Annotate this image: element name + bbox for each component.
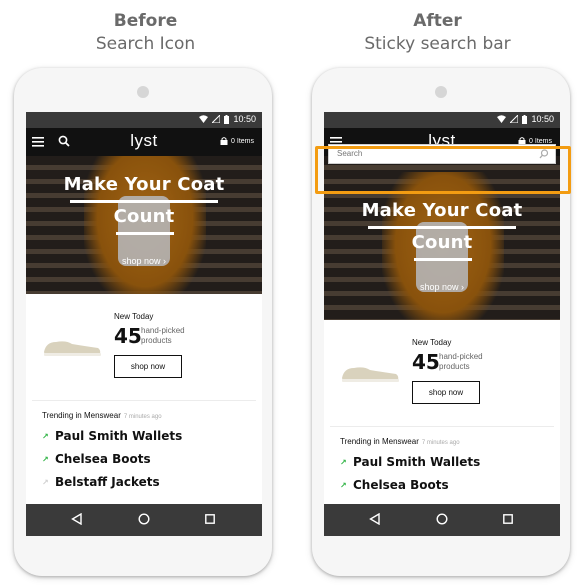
new-today-card: New Today 45 hand-picked products shop n… <box>330 324 554 420</box>
hero-shop-now-link[interactable]: shop now › <box>324 282 560 292</box>
app-bar: lyst 0 Items <box>26 128 262 156</box>
battery-icon <box>522 114 528 124</box>
new-today-card: New Today 45 hand-picked products shop n… <box>32 298 256 394</box>
trending-heading: Trending in Menswear 7 minutes ago <box>340 437 460 446</box>
shopping-bag-icon <box>220 137 228 145</box>
hero-underline-2 <box>116 232 174 235</box>
hero-shop-now-link[interactable]: shop now › <box>26 256 262 266</box>
trend-up-icon: ↗ <box>340 457 347 467</box>
before-subheading: Search Icon <box>95 34 196 54</box>
android-nav-bar <box>26 504 262 536</box>
new-today-desc: hand-picked products <box>439 352 483 371</box>
status-bar: 10:50 <box>324 112 560 128</box>
status-bar: 10:50 <box>26 112 262 128</box>
recent-apps-icon[interactable] <box>205 514 215 524</box>
sneaker-image <box>44 341 101 356</box>
phone-speaker <box>137 86 149 98</box>
trend-up-icon: ↗ <box>42 454 49 464</box>
signal-icon <box>510 115 519 123</box>
back-icon[interactable] <box>369 513 380 525</box>
trending-item-label: Paul Smith Wallets <box>55 429 183 443</box>
before-heading: Before <box>113 11 178 31</box>
hero-underline-1 <box>368 226 516 229</box>
hero-banner[interactable]: Make Your Coat Count shop now › <box>26 156 262 294</box>
android-nav-bar <box>324 504 560 536</box>
signal-icon <box>212 115 221 123</box>
after-caption: After Sticky search bar <box>292 10 583 55</box>
trending-item[interactable]: ↗ Chelsea Boots <box>42 452 151 466</box>
trending-item[interactable]: ↗ Belstaff Jackets <box>42 475 160 489</box>
before-phone: 10:50 lyst 0 Items Make Your Coat Count … <box>14 68 272 576</box>
after-subheading: Sticky search bar <box>364 34 511 54</box>
after-phone: 10:50 lyst 0 Items Make Your Coat Count … <box>312 68 570 576</box>
trending-item[interactable]: ↗ Paul Smith Wallets <box>42 429 182 443</box>
back-icon[interactable] <box>71 513 82 525</box>
status-time: 10:50 <box>531 114 554 124</box>
hero-title-line2: Count <box>411 232 473 253</box>
sticky-search-highlight <box>315 146 571 194</box>
new-today-count: 45 <box>114 324 142 348</box>
trending-item-label: Chelsea Boots <box>353 478 449 492</box>
trending-item-label: Chelsea Boots <box>55 452 151 466</box>
home-icon[interactable] <box>436 513 448 525</box>
before-screen: 10:50 lyst 0 Items Make Your Coat Count … <box>26 112 262 536</box>
trending-item[interactable]: ↗ Chelsea Boots <box>340 478 449 492</box>
trend-up-icon: ↗ <box>42 431 49 441</box>
trend-up-icon: ↗ <box>42 477 49 487</box>
trending-section: Trending in Menswear 7 minutes ago ↗ Paul … <box>32 400 256 521</box>
recent-apps-icon[interactable] <box>503 514 513 524</box>
trending-item-label: Belstaff Jackets <box>55 475 160 489</box>
new-today-label: New Today <box>114 312 154 321</box>
shop-now-button[interactable]: shop now <box>114 355 182 378</box>
hero-underline-1 <box>70 200 218 203</box>
phone-speaker <box>435 86 447 98</box>
hero-title-line2: Count <box>113 206 175 227</box>
trending-title: Trending in Menswear <box>42 411 121 420</box>
after-heading: After <box>413 11 462 31</box>
status-time: 10:50 <box>233 114 256 124</box>
new-today-label: New Today <box>412 338 452 347</box>
shop-now-button[interactable]: shop now <box>412 381 480 404</box>
trending-title: Trending in Menswear <box>340 437 419 446</box>
trending-ago: 7 minutes ago <box>123 414 162 420</box>
cart-label: 0 Items <box>231 137 254 145</box>
trending-heading: Trending in Menswear 7 minutes ago <box>42 411 162 420</box>
trend-up-icon: ↗ <box>340 480 347 490</box>
wifi-icon <box>497 115 507 123</box>
hero-underline-2 <box>414 258 472 261</box>
trending-ago: 7 minutes ago <box>421 440 460 446</box>
wifi-icon <box>199 115 209 123</box>
hero-title-line1: Make Your Coat <box>63 174 225 195</box>
cart-button[interactable]: 0 Items <box>220 137 254 145</box>
sneaker-image <box>342 367 399 382</box>
battery-icon <box>224 114 230 124</box>
home-icon[interactable] <box>138 513 150 525</box>
new-today-desc: hand-picked products <box>141 326 185 345</box>
hero-title-line1: Make Your Coat <box>361 200 523 221</box>
trending-item-label: Paul Smith Wallets <box>353 455 481 469</box>
trending-item[interactable]: ↗ Paul Smith Wallets <box>340 455 480 469</box>
before-caption: Before Search Icon <box>0 10 291 55</box>
new-today-count: 45 <box>412 350 440 374</box>
